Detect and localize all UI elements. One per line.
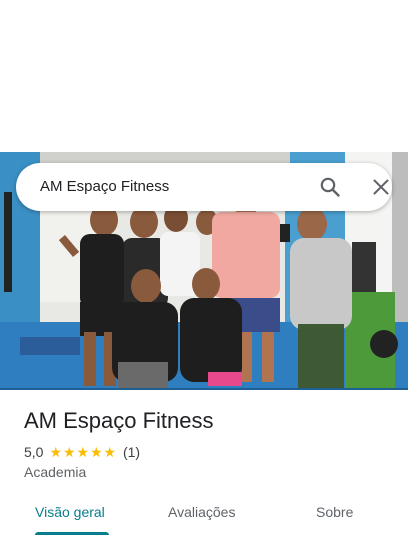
star-icon: ★ [62, 444, 76, 460]
star-icon: ★ [49, 444, 63, 460]
tab-reviews[interactable]: Avaliações [168, 504, 235, 520]
rating-value: 5,0 [24, 444, 44, 460]
search-input[interactable]: AM Espaço Fitness [40, 178, 169, 195]
close-icon[interactable] [369, 175, 393, 199]
rating-stars: ★ ★ ★ ★ ★ [49, 445, 117, 459]
rating-row[interactable]: 5,0 ★ ★ ★ ★ ★ (1) [24, 444, 140, 460]
tab-overview[interactable]: Visão geral [35, 504, 105, 520]
star-icon: ★ [76, 444, 90, 460]
tab-about[interactable]: Sobre [316, 504, 353, 520]
search-bar[interactable]: AM Espaço Fitness [16, 163, 392, 211]
star-icon: ★ [89, 444, 103, 460]
star-icon: ★ [103, 444, 117, 460]
place-title: AM Espaço Fitness [24, 408, 214, 433]
review-count[interactable]: (1) [123, 444, 140, 460]
place-category: Academia [24, 464, 87, 480]
map-blank-area [0, 0, 408, 152]
tab-bar: Visão geral Avaliações Sobre [0, 492, 408, 542]
search-icon[interactable] [318, 175, 342, 199]
active-tab-indicator [35, 532, 109, 535]
